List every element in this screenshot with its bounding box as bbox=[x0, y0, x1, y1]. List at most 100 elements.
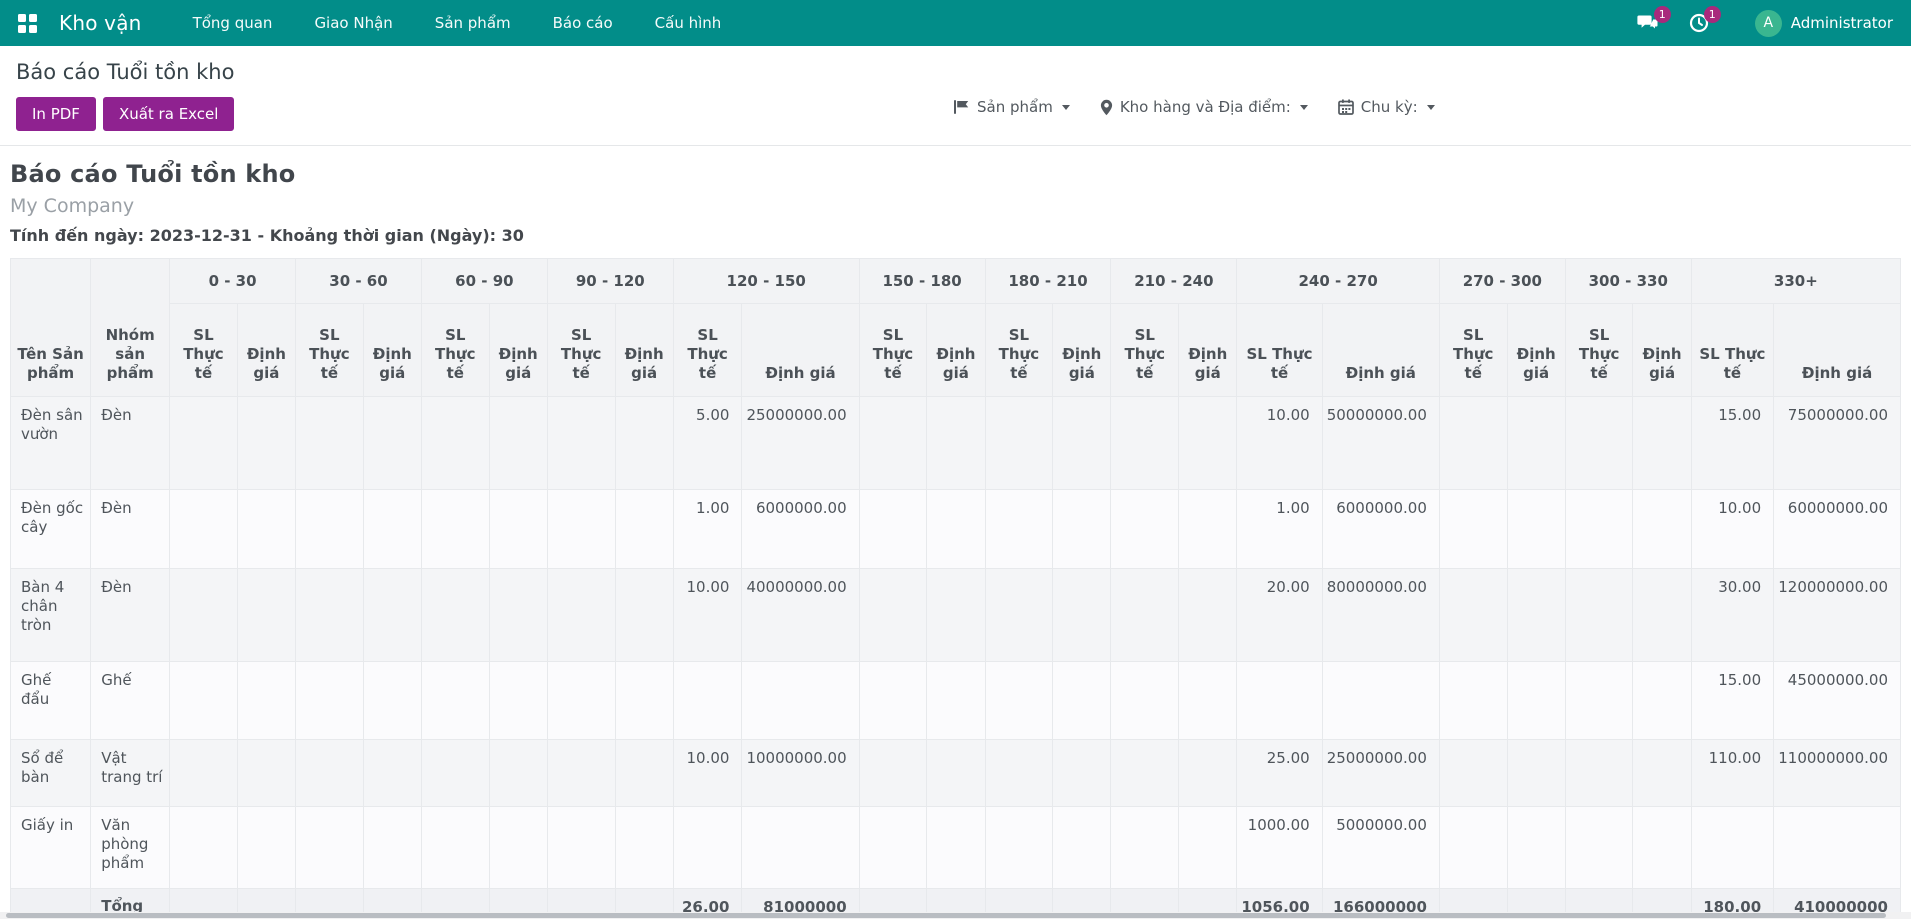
activities-button[interactable]: 1 bbox=[1679, 7, 1719, 39]
value-cell bbox=[237, 740, 295, 807]
value-cell bbox=[742, 807, 859, 889]
qty-cell bbox=[421, 569, 489, 662]
messages-button[interactable]: 1 bbox=[1627, 7, 1669, 39]
qty-cell bbox=[170, 662, 238, 740]
avatar: A bbox=[1755, 10, 1782, 37]
qty-cell bbox=[547, 397, 615, 490]
value-cell bbox=[489, 662, 547, 740]
qty-cell bbox=[859, 740, 927, 807]
value-cell bbox=[1633, 569, 1691, 662]
caret-down-icon bbox=[1300, 105, 1308, 110]
value-cell bbox=[1179, 397, 1237, 490]
menu-item-cau-hinh[interactable]: Cấu hình bbox=[634, 0, 743, 46]
group-cell: Đèn bbox=[91, 569, 170, 662]
activities-badge: 1 bbox=[1704, 6, 1721, 23]
scrollbar-thumb[interactable] bbox=[6, 913, 1886, 918]
value-cell bbox=[1179, 662, 1237, 740]
period-filter-dropdown[interactable]: Chu kỳ: bbox=[1338, 98, 1435, 116]
product-cell: Đèn sân vườn bbox=[11, 397, 91, 490]
value-cell bbox=[1053, 807, 1111, 889]
bucket-header-0: 0 - 30 bbox=[170, 259, 296, 304]
group-cell: Đèn bbox=[91, 397, 170, 490]
qty-cell: 5.00 bbox=[673, 397, 742, 490]
qty-cell bbox=[1237, 662, 1322, 740]
bucket-header-10: 300 - 330 bbox=[1565, 259, 1691, 304]
value-cell bbox=[615, 569, 673, 662]
value-cell bbox=[363, 740, 421, 807]
qty-cell: 30.00 bbox=[1691, 569, 1773, 662]
qty-subheader-10: SL Thực tế bbox=[1565, 304, 1633, 397]
qty-cell bbox=[985, 662, 1053, 740]
qty-cell bbox=[296, 662, 364, 740]
value-cell: 6000000.00 bbox=[742, 490, 859, 569]
value-subheader-1: Định giá bbox=[363, 304, 421, 397]
value-cell bbox=[237, 807, 295, 889]
calendar-icon bbox=[1338, 99, 1354, 115]
company-name: My Company bbox=[10, 195, 1901, 217]
user-name: Administrator bbox=[1791, 14, 1893, 32]
qty-cell bbox=[547, 662, 615, 740]
warehouse-filter-dropdown[interactable]: Kho hàng và Địa điểm: bbox=[1100, 98, 1308, 116]
export-excel-button[interactable]: Xuất ra Excel bbox=[103, 97, 235, 131]
qty-subheader-2: SL Thực tế bbox=[421, 304, 489, 397]
qty-cell bbox=[296, 397, 364, 490]
menu-item-tong-quan[interactable]: Tổng quan bbox=[172, 0, 294, 46]
value-cell bbox=[927, 662, 985, 740]
value-cell bbox=[1507, 490, 1565, 569]
value-cell bbox=[489, 490, 547, 569]
messages-badge: 1 bbox=[1654, 6, 1671, 23]
qty-cell bbox=[1439, 662, 1507, 740]
value-cell bbox=[237, 662, 295, 740]
table-row: Giấy inVăn phòng phẩm1000.005000000.00 bbox=[11, 807, 1901, 889]
app-brand[interactable]: Kho vận bbox=[59, 11, 142, 35]
products-filter-dropdown[interactable]: Sản phẩm bbox=[953, 98, 1070, 116]
qty-cell: 1.00 bbox=[1237, 490, 1322, 569]
horizontal-scrollbar[interactable] bbox=[0, 912, 1911, 919]
qty-cell bbox=[859, 807, 927, 889]
qty-cell bbox=[547, 740, 615, 807]
product-cell: Giấy in bbox=[11, 807, 91, 889]
period-filter-label: Chu kỳ: bbox=[1361, 98, 1418, 116]
value-cell bbox=[742, 662, 859, 740]
bucket-header-5: 150 - 180 bbox=[859, 259, 985, 304]
qty-cell bbox=[1111, 397, 1179, 490]
bucket-header-2: 60 - 90 bbox=[421, 259, 547, 304]
qty-cell: 1.00 bbox=[673, 490, 742, 569]
bucket-header-7: 210 - 240 bbox=[1111, 259, 1237, 304]
menu-item-giao-nhan[interactable]: Giao Nhận bbox=[293, 0, 413, 46]
value-cell bbox=[1507, 807, 1565, 889]
qty-cell bbox=[859, 569, 927, 662]
qty-cell bbox=[296, 740, 364, 807]
menu-item-bao-cao[interactable]: Báo cáo bbox=[532, 0, 634, 46]
value-cell bbox=[237, 397, 295, 490]
qty-cell: 110.00 bbox=[1691, 740, 1773, 807]
value-cell bbox=[1179, 740, 1237, 807]
value-cell bbox=[1322, 662, 1439, 740]
value-cell bbox=[927, 807, 985, 889]
main-menu: Tổng quan Giao Nhận Sản phẩm Báo cáo Cấu… bbox=[172, 0, 743, 46]
user-menu[interactable]: A Administrator bbox=[1755, 10, 1893, 37]
qty-cell bbox=[859, 490, 927, 569]
report-title: Báo cáo Tuổi tồn kho bbox=[10, 160, 1901, 188]
value-cell bbox=[1179, 490, 1237, 569]
value-cell bbox=[1507, 397, 1565, 490]
value-cell: 50000000.00 bbox=[1322, 397, 1439, 490]
qty-cell bbox=[673, 807, 742, 889]
qty-cell bbox=[985, 807, 1053, 889]
print-pdf-button[interactable]: In PDF bbox=[16, 97, 96, 131]
product-column-header: Tên Sản phẩm bbox=[11, 259, 91, 397]
apps-menu-button[interactable] bbox=[12, 8, 43, 39]
value-cell bbox=[489, 569, 547, 662]
qty-cell: 10.00 bbox=[1691, 490, 1773, 569]
table-row: Đèn sân vườnĐèn5.0025000000.0010.0050000… bbox=[11, 397, 1901, 490]
products-flag-icon bbox=[953, 99, 970, 115]
qty-cell bbox=[1691, 807, 1773, 889]
value-subheader-11: Định giá bbox=[1774, 304, 1901, 397]
menu-item-san-pham[interactable]: Sản phẩm bbox=[414, 0, 532, 46]
value-subheader-5: Định giá bbox=[927, 304, 985, 397]
qty-cell bbox=[1111, 740, 1179, 807]
qty-cell bbox=[1439, 490, 1507, 569]
value-cell bbox=[1053, 490, 1111, 569]
value-cell bbox=[927, 740, 985, 807]
value-cell bbox=[1633, 490, 1691, 569]
